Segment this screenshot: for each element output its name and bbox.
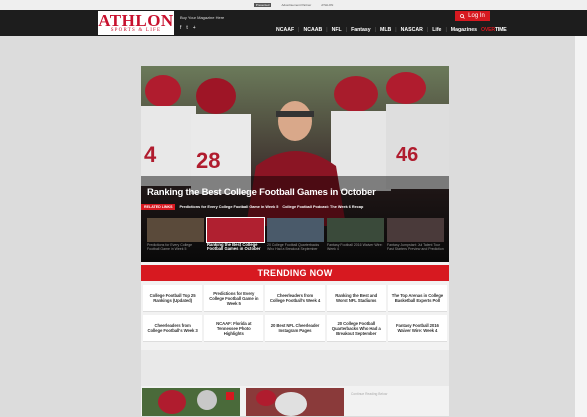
thumbnail-caption: Fantasy Football 2016 Waiver Wire: Week … [327, 243, 383, 251]
nav-item-nascar[interactable]: NASCAR [401, 27, 423, 33]
main-nav: NCAAF | NCAAB | NFL | Fantasy | MLB | NASCAR |… [276, 26, 507, 34]
main-content-card: 4 28 46 Ranking the Best College Footbal… [141, 66, 449, 416]
nav-separator: | [426, 26, 429, 33]
hero-thumbnail-strip: Predictions for Every College Football G… [147, 217, 444, 251]
hero-thumbnail[interactable]: 20 College Football Quarterbacks Who Had… [267, 218, 324, 251]
nav-item-nfl[interactable]: NFL [332, 27, 342, 33]
trending-item-label: Predictions for Every College Football G… [209, 290, 259, 306]
svg-text:46: 46 [396, 144, 418, 166]
ad-strip-label-mid: Advertisement Partner [281, 3, 312, 7]
trending-item[interactable]: The Top Arenas in College Basketball Exp… [387, 285, 447, 312]
related-link-2[interactable]: College Football Podcast: The Week 6 Rec… [282, 205, 363, 209]
ad-strip-label-left: Presented [253, 3, 272, 7]
nav-separator: | [298, 26, 300, 33]
hero-thumbnail[interactable]: Predictions for Every College Football G… [147, 218, 204, 251]
thumbnail-caption: Ranking the Best College Football Games … [207, 242, 261, 251]
nav-item-ncaab[interactable]: NCAAB [304, 27, 323, 33]
right-scroll-strip [575, 36, 587, 417]
overtime-part2: TIME [494, 27, 507, 33]
hero-title[interactable]: Ranking the Best College Football Games … [147, 187, 376, 198]
athlon-logo[interactable]: ATHLON SPORTS & LIFE [98, 11, 174, 35]
thumbnail-caption: Predictions for Every College Football G… [147, 243, 193, 251]
thumbnail-image [327, 218, 384, 242]
login-label: Log In [468, 13, 485, 19]
nav-item-life[interactable]: Life [432, 27, 441, 33]
nav-item-fantasy[interactable]: Fantasy [351, 27, 371, 33]
trending-item[interactable]: 20 Best NFL Cheerleader Instagram Pages [265, 315, 325, 342]
ad-strip-label-right: ATHLON [321, 3, 334, 7]
trending-item[interactable]: NCAAF: Florida at Tennessee Photo Highli… [204, 315, 264, 342]
thumbnail-image [267, 218, 324, 242]
nav-item-magazines[interactable]: Magazines [451, 27, 477, 33]
nav-separator: | [395, 26, 397, 33]
trending-item[interactable]: Fantasy Football 2016 Waiver Wire: Week … [387, 315, 447, 342]
thumbnail-caption: 20 College Football Quarterbacks Who Had… [267, 243, 320, 251]
continue-reading-label: Continue Reading Below [351, 392, 388, 396]
nav-separator: | [445, 26, 447, 33]
overtime-logo[interactable]: OVERTIME [481, 26, 507, 33]
thumbnail-image [387, 218, 444, 242]
trending-item-label: College Football Top 25 Rankings (Update… [149, 293, 196, 303]
bottom-article-images [142, 388, 344, 416]
search-icon [460, 13, 465, 19]
svg-text:28: 28 [196, 148, 220, 173]
trending-item[interactable]: Cheerleaders from College Football's Wee… [143, 315, 203, 342]
logo-main-text: ATHLON [98, 10, 174, 30]
hero-thumbnail[interactable]: Fantasy Jumpstart: Jul Talent Tour Fast … [387, 218, 444, 251]
trending-item[interactable]: Ranking the Best and Worst NFL Stadiums [326, 285, 386, 312]
hero-thumbnail[interactable]: Fantasy Football 2016 Waiver Wire: Week … [327, 218, 384, 251]
trending-item-label: The Top Arenas in College Basketball Exp… [391, 293, 444, 303]
trending-item-label: 20 College Football Quarterbacks Who Had… [331, 320, 381, 336]
overtime-part1: OVER [481, 27, 495, 33]
thumbnail-image [147, 218, 204, 242]
related-links-tag: RELATED LINKS [141, 204, 176, 210]
article-image-graphic [142, 388, 240, 416]
top-ad-strip: Presented Advertisement Partner ATHLON [0, 0, 587, 10]
trending-now-title: TRENDING NOW [257, 268, 333, 278]
trending-now-header: TRENDING NOW [141, 265, 449, 281]
ad-placeholder [141, 350, 449, 386]
hero-feature[interactable]: 4 28 46 Ranking the Best College Footbal… [141, 66, 449, 262]
nav-separator: | [374, 26, 377, 33]
nav-item-mlb[interactable]: MLB [380, 27, 391, 33]
google-plus-icon[interactable]: + [193, 25, 196, 31]
thumbnail-image [206, 217, 265, 243]
related-links-bar: RELATED LINKS Predictions for Every Coll… [141, 202, 449, 212]
buy-magazine-link[interactable]: Buy Your Magazine Here [180, 15, 224, 20]
thumbnail-caption: Fantasy Jumpstart: Jul Talent Tour Fast … [387, 243, 444, 251]
trending-grid: College Football Top 25 Rankings (Update… [143, 285, 447, 342]
trending-item[interactable]: College Football Top 25 Rankings (Update… [143, 285, 203, 312]
trending-item-label: 20 Best NFL Cheerleader Instagram Pages [270, 323, 320, 333]
nav-separator: | [326, 26, 328, 33]
trending-item-label: Fantasy Football 2016 Waiver Wire: Week … [396, 323, 439, 333]
social-links: f t + [180, 25, 196, 31]
trending-item-label: Cheerleaders from College Football's Wee… [269, 293, 321, 303]
trending-item-label: Ranking the Best and Worst NFL Stadiums [335, 293, 378, 303]
nav-item-ncaaf[interactable]: NCAAF [276, 27, 294, 33]
trending-item[interactable]: Predictions for Every College Football G… [204, 285, 264, 312]
facebook-icon[interactable]: f [180, 25, 181, 31]
trending-item-label: Cheerleaders from College Football's Wee… [147, 323, 198, 333]
article-image[interactable] [246, 388, 344, 416]
related-link-1[interactable]: Predictions for Every College Football G… [179, 205, 278, 209]
trending-item-label: NCAAF: Florida at Tennessee Photo Highli… [216, 320, 252, 336]
hero-thumbnail-active[interactable]: Ranking the Best College Football Games … [206, 217, 265, 251]
trending-item[interactable]: Cheerleaders from College Football's Wee… [265, 285, 325, 312]
svg-text:4: 4 [144, 142, 157, 167]
article-image[interactable] [142, 388, 240, 416]
logo-sub-text: SPORTS & LIFE [110, 27, 162, 33]
article-image-graphic [246, 388, 344, 416]
login-button[interactable]: Log In [455, 11, 490, 21]
nav-separator: | [345, 26, 348, 33]
twitter-icon[interactable]: t [186, 25, 187, 31]
site-header: ATHLON SPORTS & LIFE Buy Your Magazine H… [0, 10, 587, 36]
trending-item[interactable]: 20 College Football Quarterbacks Who Had… [326, 315, 386, 342]
